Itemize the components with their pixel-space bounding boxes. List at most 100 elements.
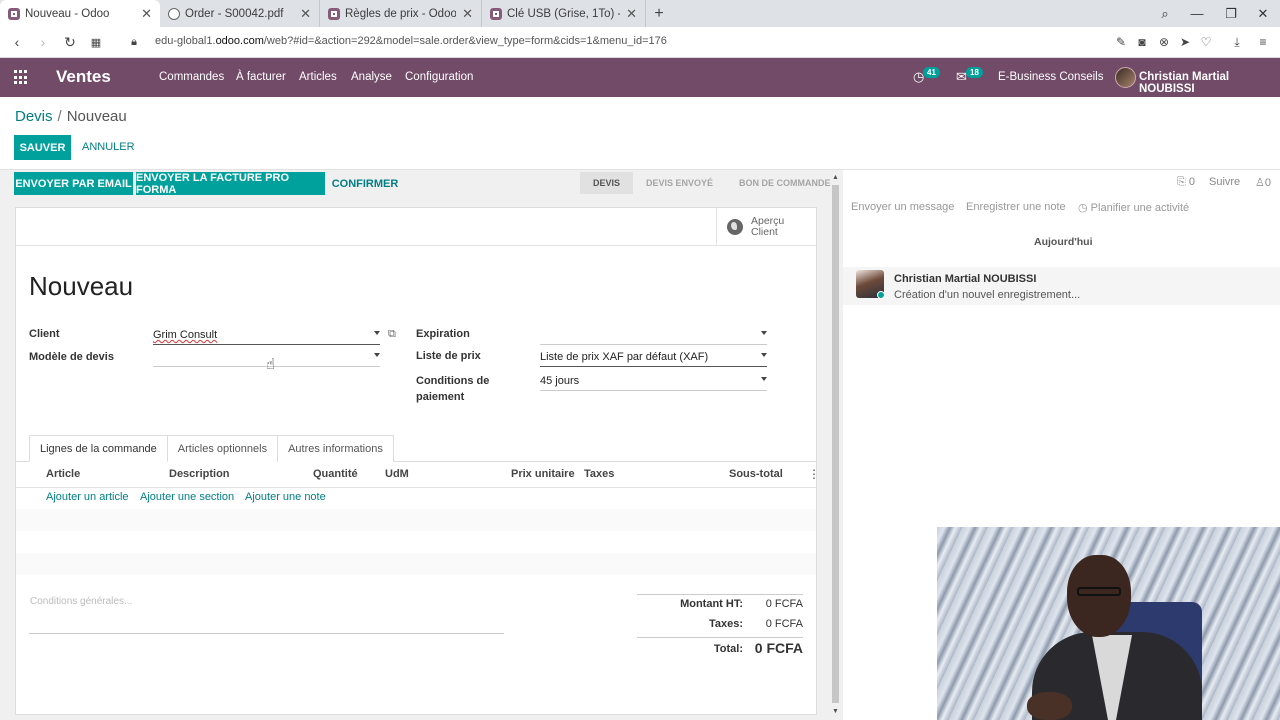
column-quantity[interactable]: Quantité (313, 468, 358, 480)
minimize-icon[interactable]: — (1180, 0, 1214, 27)
stage-devis[interactable]: DEVIS (580, 172, 634, 194)
chevron-down-icon[interactable] (374, 353, 380, 357)
messages-icon[interactable]: ✉ 18 (956, 67, 983, 85)
menu-icon[interactable]: ≡ (1255, 34, 1271, 50)
close-icon[interactable]: ✕ (462, 6, 473, 22)
menu-a-facturer[interactable]: À facturer (236, 71, 286, 83)
send-by-email-button[interactable]: ENVOYER PAR EMAIL (14, 172, 133, 195)
scroll-up-icon[interactable]: ▲ (832, 174, 839, 181)
schedule-activity-button[interactable]: ◷ Planifier une activité (1078, 201, 1189, 214)
external-link-icon[interactable]: ⧉ (388, 328, 396, 341)
browser-tab[interactable]: Règles de prix - Odoo ✕ (320, 0, 482, 27)
confirm-button[interactable]: CONFIRMER (329, 172, 401, 195)
client-label: Client (29, 328, 60, 340)
table-header-divider (16, 487, 816, 488)
column-uom[interactable]: UdM (385, 468, 409, 480)
apps-menu-icon[interactable] (14, 70, 29, 85)
company-switcher[interactable]: E-Business Conseils (998, 71, 1103, 83)
taxes-label: Taxes: (708, 618, 743, 630)
chevron-down-icon[interactable] (761, 353, 767, 357)
download-icon[interactable]: ⤓ (1229, 34, 1245, 50)
forward-icon[interactable]: › (34, 33, 52, 51)
new-tab-icon[interactable]: + (646, 0, 672, 27)
terms-divider (29, 633, 504, 634)
close-icon[interactable]: ✕ (141, 6, 152, 22)
discard-button[interactable]: ANNULER (82, 141, 135, 153)
table-row (16, 553, 816, 575)
button-box: Aperçu Client (16, 208, 816, 246)
menu-analyse[interactable]: Analyse (351, 71, 392, 83)
heart-icon[interactable]: ♡ (1198, 34, 1214, 50)
close-icon[interactable]: ✕ (626, 6, 637, 22)
breadcrumb-parent[interactable]: Devis (15, 108, 53, 125)
add-product-link[interactable]: Ajouter un article (46, 491, 129, 503)
customer-preview-button[interactable]: Aperçu Client (716, 208, 816, 246)
tab-other-info[interactable]: Autres informations (277, 435, 394, 462)
log-note-button[interactable]: Enregistrer une note (966, 201, 1066, 213)
column-article[interactable]: Article (46, 468, 80, 480)
menu-articles[interactable]: Articles (299, 71, 337, 83)
speed-dial-icon[interactable]: ▦ (87, 33, 105, 51)
camera-icon[interactable]: ◙ (1134, 34, 1150, 50)
save-button[interactable]: SAUVER (14, 135, 71, 160)
url-field[interactable]: edu-global1.odoo.com/web?#id=&action=292… (155, 35, 667, 47)
chevron-down-icon[interactable] (761, 331, 767, 335)
lock-icon: 🔒︎ (131, 35, 137, 48)
menu-configuration[interactable]: Configuration (405, 71, 473, 83)
reload-icon[interactable]: ↻ (61, 33, 79, 51)
tab-order-lines[interactable]: Lignes de la commande (29, 435, 168, 462)
breadcrumb-current: Nouveau (66, 108, 127, 125)
browser-tab-active[interactable]: Nouveau - Odoo ✕ (0, 0, 160, 27)
edit-icon[interactable]: ✎ (1113, 34, 1129, 50)
column-taxes[interactable]: Taxes (584, 468, 614, 480)
attachments-button[interactable]: ⎘ 0 (1177, 176, 1195, 189)
block-icon[interactable]: ⊗ (1156, 34, 1172, 50)
column-unit-price[interactable]: Prix unitaire (511, 468, 575, 480)
stage-bon-de-commande[interactable]: BON DE COMMANDE (726, 172, 844, 194)
restore-icon[interactable]: ❐ (1214, 0, 1248, 27)
client-value: Grim Consult (153, 329, 218, 341)
close-icon[interactable]: ✕ (300, 6, 311, 22)
close-window-icon[interactable]: ✕ (1246, 0, 1280, 27)
back-icon[interactable]: ‹ (8, 33, 26, 51)
optional-columns-icon[interactable]: ⋮ (808, 467, 820, 481)
stage-devis-envoye[interactable]: DEVIS ENVOYÉ (633, 172, 727, 194)
scroll-down-icon[interactable]: ▼ (832, 708, 839, 715)
column-description[interactable]: Description (169, 468, 230, 480)
chevron-down-icon[interactable] (761, 377, 767, 381)
tab-title: Nouveau - Odoo (25, 7, 110, 20)
send-message-button[interactable]: Envoyer un message (851, 201, 954, 213)
expiration-field[interactable] (540, 327, 767, 345)
date-separator: Aujourd'hui (1034, 236, 1093, 248)
tab-optional-products[interactable]: Articles optionnels (166, 435, 279, 462)
user-avatar[interactable] (1115, 67, 1136, 88)
menu-commandes[interactable]: Commandes (159, 71, 224, 83)
add-section-link[interactable]: Ajouter une section (140, 491, 234, 503)
status-stages: DEVIS DEVIS ENVOYÉ BON DE COMMANDE (580, 172, 844, 195)
app-name[interactable]: Ventes (56, 67, 111, 87)
browser-tab[interactable]: Order - S00042.pdf ✕ (160, 0, 320, 27)
send-proforma-button[interactable]: ENVOYER LA FACTURE PRO FORMA (136, 172, 325, 196)
user-menu[interactable]: Christian Martial NOUBISSI (1139, 71, 1280, 95)
client-field[interactable]: Grim Consult (153, 327, 380, 345)
payment-terms-label-line-2: paiement (416, 391, 465, 403)
mouse-cursor-icon: ☝︎ (266, 356, 276, 373)
activity-icon[interactable]: ◷ 41 (913, 67, 940, 85)
customer-preview-label: Aperçu Client (751, 216, 784, 238)
send-icon[interactable]: ➤ (1177, 34, 1193, 50)
payment-terms-field[interactable]: 45 jours (540, 373, 767, 391)
scrollbar-thumb[interactable] (832, 185, 839, 703)
total-value: 0 FCFA (754, 640, 803, 656)
terms-conditions-input[interactable]: Conditions générales... (30, 596, 132, 607)
followers-button[interactable]: ♙0 (1255, 176, 1271, 189)
chevron-down-icon[interactable] (374, 331, 380, 335)
follow-button[interactable]: Suivre (1209, 176, 1240, 188)
attachments-count: 0 (1188, 176, 1195, 188)
pricelist-field[interactable]: Liste de prix XAF par défaut (XAF) (540, 349, 767, 367)
browser-tab-strip: Nouveau - Odoo ✕ Order - S00042.pdf ✕ Rè… (0, 0, 1280, 27)
add-note-link[interactable]: Ajouter une note (245, 491, 326, 503)
message-author[interactable]: Christian Martial NOUBISSI (894, 273, 1036, 285)
search-tabs-icon[interactable]: ⌕ (1148, 0, 1182, 27)
browser-tab[interactable]: Clé USB (Grise, 1To) - Odoo ✕ (482, 0, 646, 27)
column-subtotal[interactable]: Sous-total (729, 468, 783, 480)
